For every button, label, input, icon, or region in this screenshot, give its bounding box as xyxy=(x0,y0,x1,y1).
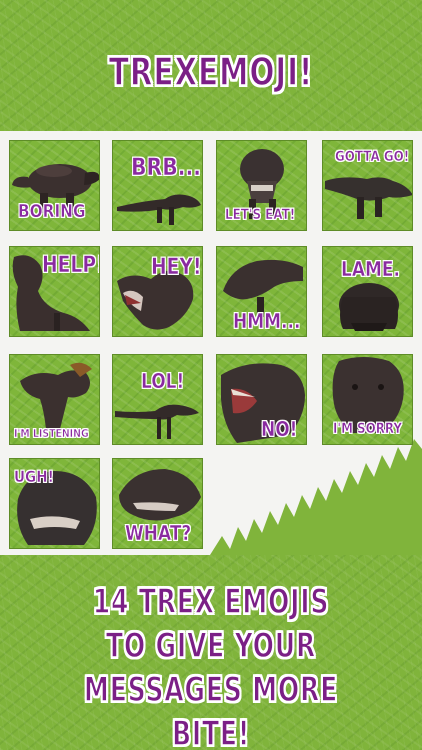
sticker-lame[interactable]: LAME. xyxy=(322,246,413,337)
sticker-label: WHAT? xyxy=(125,521,192,546)
sticker-hey[interactable]: HEY! xyxy=(112,246,203,337)
promo-line-3: MESSAGES MORE BITE! xyxy=(83,669,339,750)
sticker-label: HMM... xyxy=(233,309,301,334)
sticker-label: NO! xyxy=(261,417,298,442)
sticker-panel: BORING BRB... LET'S EAT! GOTTA GO! HELP!… xyxy=(0,131,422,555)
sticker-label: I'M LISTENING xyxy=(14,427,89,441)
sticker-help[interactable]: HELP! xyxy=(9,246,100,337)
sticker-label: HEY! xyxy=(151,255,202,281)
sticker-label: LOL! xyxy=(141,369,185,394)
sticker-label: BRB... xyxy=(131,153,202,182)
sticker-label: GOTTA GO! xyxy=(335,149,410,166)
sticker-ugh[interactable]: UGH! xyxy=(9,458,100,549)
promo-line-2: TO GIVE YOUR xyxy=(105,625,317,667)
sticker-label: UGH! xyxy=(14,467,54,487)
sticker-label: HELP! xyxy=(42,253,100,279)
sticker-label: I'M SORRY xyxy=(333,421,403,438)
promo-caption: 14 TREX EMOJIS TO GIVE YOUR MESSAGES MOR… xyxy=(0,580,422,750)
sticker-gotta-go[interactable]: GOTTA GO! xyxy=(322,140,413,231)
sticker-im-listening[interactable]: I'M LISTENING xyxy=(9,354,100,445)
promo-line-1: 14 TREX EMOJIS xyxy=(92,581,330,623)
sticker-lol[interactable]: LOL! xyxy=(112,354,203,445)
sticker-brb[interactable]: BRB... xyxy=(112,140,203,231)
sticker-label: LET'S EAT! xyxy=(225,207,296,224)
sticker-lets-eat[interactable]: LET'S EAT! xyxy=(216,140,307,231)
app-title: TREXEMOJI! xyxy=(108,49,314,95)
sticker-label: LAME. xyxy=(341,257,400,282)
sticker-boring[interactable]: BORING xyxy=(9,140,100,231)
sticker-hmm[interactable]: HMM... xyxy=(216,246,307,337)
sticker-no[interactable]: NO! xyxy=(216,354,307,445)
sticker-im-sorry[interactable]: I'M SORRY xyxy=(322,354,413,445)
sticker-what[interactable]: WHAT? xyxy=(112,458,203,549)
sticker-label: BORING xyxy=(18,201,86,223)
